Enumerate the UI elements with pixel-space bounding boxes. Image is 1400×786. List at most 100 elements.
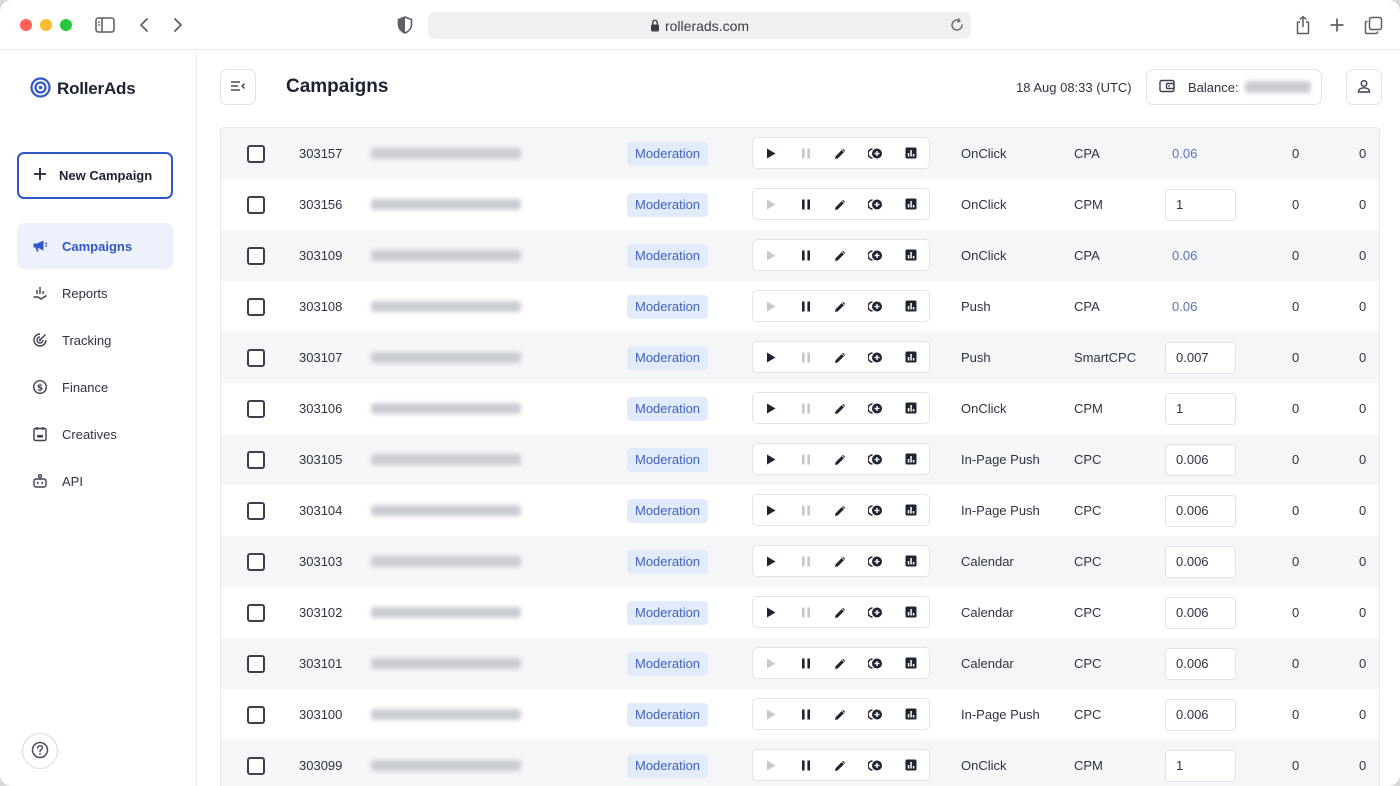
campaign-name-redacted[interactable] bbox=[371, 587, 521, 638]
pause-button[interactable] bbox=[788, 597, 823, 627]
play-button[interactable] bbox=[753, 189, 788, 219]
campaign-name-redacted[interactable] bbox=[371, 638, 521, 689]
table-row[interactable]: 303100 Moderation In-Page Push CPC 0.006… bbox=[221, 689, 1379, 740]
reload-icon[interactable] bbox=[949, 17, 965, 33]
brand-logo[interactable]: RollerAds bbox=[30, 77, 136, 101]
stats-button[interactable] bbox=[893, 240, 928, 270]
pause-button[interactable] bbox=[788, 138, 823, 168]
play-button[interactable] bbox=[753, 444, 788, 474]
sidebar-item-api[interactable]: API bbox=[17, 458, 173, 504]
play-button[interactable] bbox=[753, 546, 788, 576]
row-checkbox[interactable] bbox=[247, 638, 265, 689]
table-row[interactable]: 303109 Moderation OnClick CPA 0.06 0 0 bbox=[221, 230, 1379, 281]
campaign-name-redacted[interactable] bbox=[371, 485, 521, 536]
forward-icon[interactable] bbox=[170, 12, 186, 38]
table-row[interactable]: 303103 Moderation Calendar CPC 0.006 0 0 bbox=[221, 536, 1379, 587]
bid-input[interactable]: 0.006 bbox=[1165, 596, 1236, 629]
help-button[interactable] bbox=[22, 733, 58, 769]
campaign-name-redacted[interactable] bbox=[371, 434, 521, 485]
bid-input[interactable]: 0.006 bbox=[1165, 647, 1236, 680]
pause-button[interactable] bbox=[788, 495, 823, 525]
edit-button[interactable] bbox=[823, 750, 858, 780]
sidebar-item-reports[interactable]: Reports bbox=[17, 270, 173, 316]
duplicate-button[interactable] bbox=[858, 699, 893, 729]
row-checkbox[interactable] bbox=[247, 179, 265, 230]
duplicate-button[interactable] bbox=[858, 648, 893, 678]
sidebar-item-tracking[interactable]: Tracking bbox=[17, 317, 173, 363]
stats-button[interactable] bbox=[893, 750, 928, 780]
table-row[interactable]: 303101 Moderation Calendar CPC 0.006 0 0 bbox=[221, 638, 1379, 689]
bid-input[interactable]: 0.007 bbox=[1165, 341, 1236, 374]
play-button[interactable] bbox=[753, 750, 788, 780]
close-window-button[interactable] bbox=[20, 19, 32, 31]
edit-button[interactable] bbox=[823, 291, 858, 321]
duplicate-button[interactable] bbox=[858, 393, 893, 423]
profile-button[interactable] bbox=[1346, 69, 1382, 105]
play-button[interactable] bbox=[753, 393, 788, 423]
sidebar-toggle-icon[interactable] bbox=[94, 12, 116, 38]
edit-button[interactable] bbox=[823, 444, 858, 474]
stats-button[interactable] bbox=[893, 138, 928, 168]
collapse-sidebar-button[interactable] bbox=[220, 69, 256, 105]
duplicate-button[interactable] bbox=[858, 750, 893, 780]
edit-button[interactable] bbox=[823, 189, 858, 219]
pause-button[interactable] bbox=[788, 342, 823, 372]
pause-button[interactable] bbox=[788, 393, 823, 423]
stats-button[interactable] bbox=[893, 444, 928, 474]
pause-button[interactable] bbox=[788, 546, 823, 576]
bid-input[interactable]: 0.006 bbox=[1165, 494, 1236, 527]
row-checkbox[interactable] bbox=[247, 689, 265, 740]
play-button[interactable] bbox=[753, 648, 788, 678]
row-checkbox[interactable] bbox=[247, 230, 265, 281]
campaign-name-redacted[interactable] bbox=[371, 740, 521, 786]
duplicate-button[interactable] bbox=[858, 342, 893, 372]
duplicate-button[interactable] bbox=[858, 189, 893, 219]
bid-input[interactable]: 1 bbox=[1165, 392, 1236, 425]
table-row[interactable]: 303108 Moderation Push CPA 0.06 0 0 bbox=[221, 281, 1379, 332]
edit-button[interactable] bbox=[823, 393, 858, 423]
shield-icon[interactable] bbox=[396, 12, 414, 38]
duplicate-button[interactable] bbox=[858, 444, 893, 474]
row-checkbox[interactable] bbox=[247, 332, 265, 383]
table-row[interactable]: 303105 Moderation In-Page Push CPC 0.006… bbox=[221, 434, 1379, 485]
edit-button[interactable] bbox=[823, 648, 858, 678]
table-row[interactable]: 303104 Moderation In-Page Push CPC 0.006… bbox=[221, 485, 1379, 536]
row-checkbox[interactable] bbox=[247, 587, 265, 638]
edit-button[interactable] bbox=[823, 495, 858, 525]
campaign-name-redacted[interactable] bbox=[371, 230, 521, 281]
row-checkbox[interactable] bbox=[247, 383, 265, 434]
campaign-name-redacted[interactable] bbox=[371, 281, 521, 332]
play-button[interactable] bbox=[753, 342, 788, 372]
stats-button[interactable] bbox=[893, 342, 928, 372]
duplicate-button[interactable] bbox=[858, 597, 893, 627]
stats-button[interactable] bbox=[893, 546, 928, 576]
stats-button[interactable] bbox=[893, 648, 928, 678]
play-button[interactable] bbox=[753, 597, 788, 627]
pause-button[interactable] bbox=[788, 750, 823, 780]
stats-button[interactable] bbox=[893, 291, 928, 321]
stats-button[interactable] bbox=[893, 699, 928, 729]
edit-button[interactable] bbox=[823, 699, 858, 729]
new-tab-icon[interactable] bbox=[1327, 12, 1347, 38]
bid-input[interactable]: 1 bbox=[1165, 188, 1236, 221]
edit-button[interactable] bbox=[823, 138, 858, 168]
campaign-name-redacted[interactable] bbox=[371, 383, 521, 434]
campaign-name-redacted[interactable] bbox=[371, 689, 521, 740]
row-checkbox[interactable] bbox=[247, 485, 265, 536]
new-campaign-button[interactable]: New Campaign bbox=[17, 152, 173, 199]
sidebar-item-creatives[interactable]: Creatives bbox=[17, 411, 173, 457]
row-checkbox[interactable] bbox=[247, 740, 265, 786]
table-row[interactable]: 303107 Moderation Push SmartCPC 0.007 0 … bbox=[221, 332, 1379, 383]
stats-button[interactable] bbox=[893, 495, 928, 525]
stats-button[interactable] bbox=[893, 597, 928, 627]
table-row[interactable]: 303156 Moderation OnClick CPM 1 0 0 bbox=[221, 179, 1379, 230]
edit-button[interactable] bbox=[823, 342, 858, 372]
pause-button[interactable] bbox=[788, 240, 823, 270]
play-button[interactable] bbox=[753, 291, 788, 321]
duplicate-button[interactable] bbox=[858, 546, 893, 576]
duplicate-button[interactable] bbox=[858, 291, 893, 321]
edit-button[interactable] bbox=[823, 546, 858, 576]
bid-input[interactable]: 0.006 bbox=[1165, 443, 1236, 476]
edit-button[interactable] bbox=[823, 240, 858, 270]
zoom-window-button[interactable] bbox=[60, 19, 72, 31]
